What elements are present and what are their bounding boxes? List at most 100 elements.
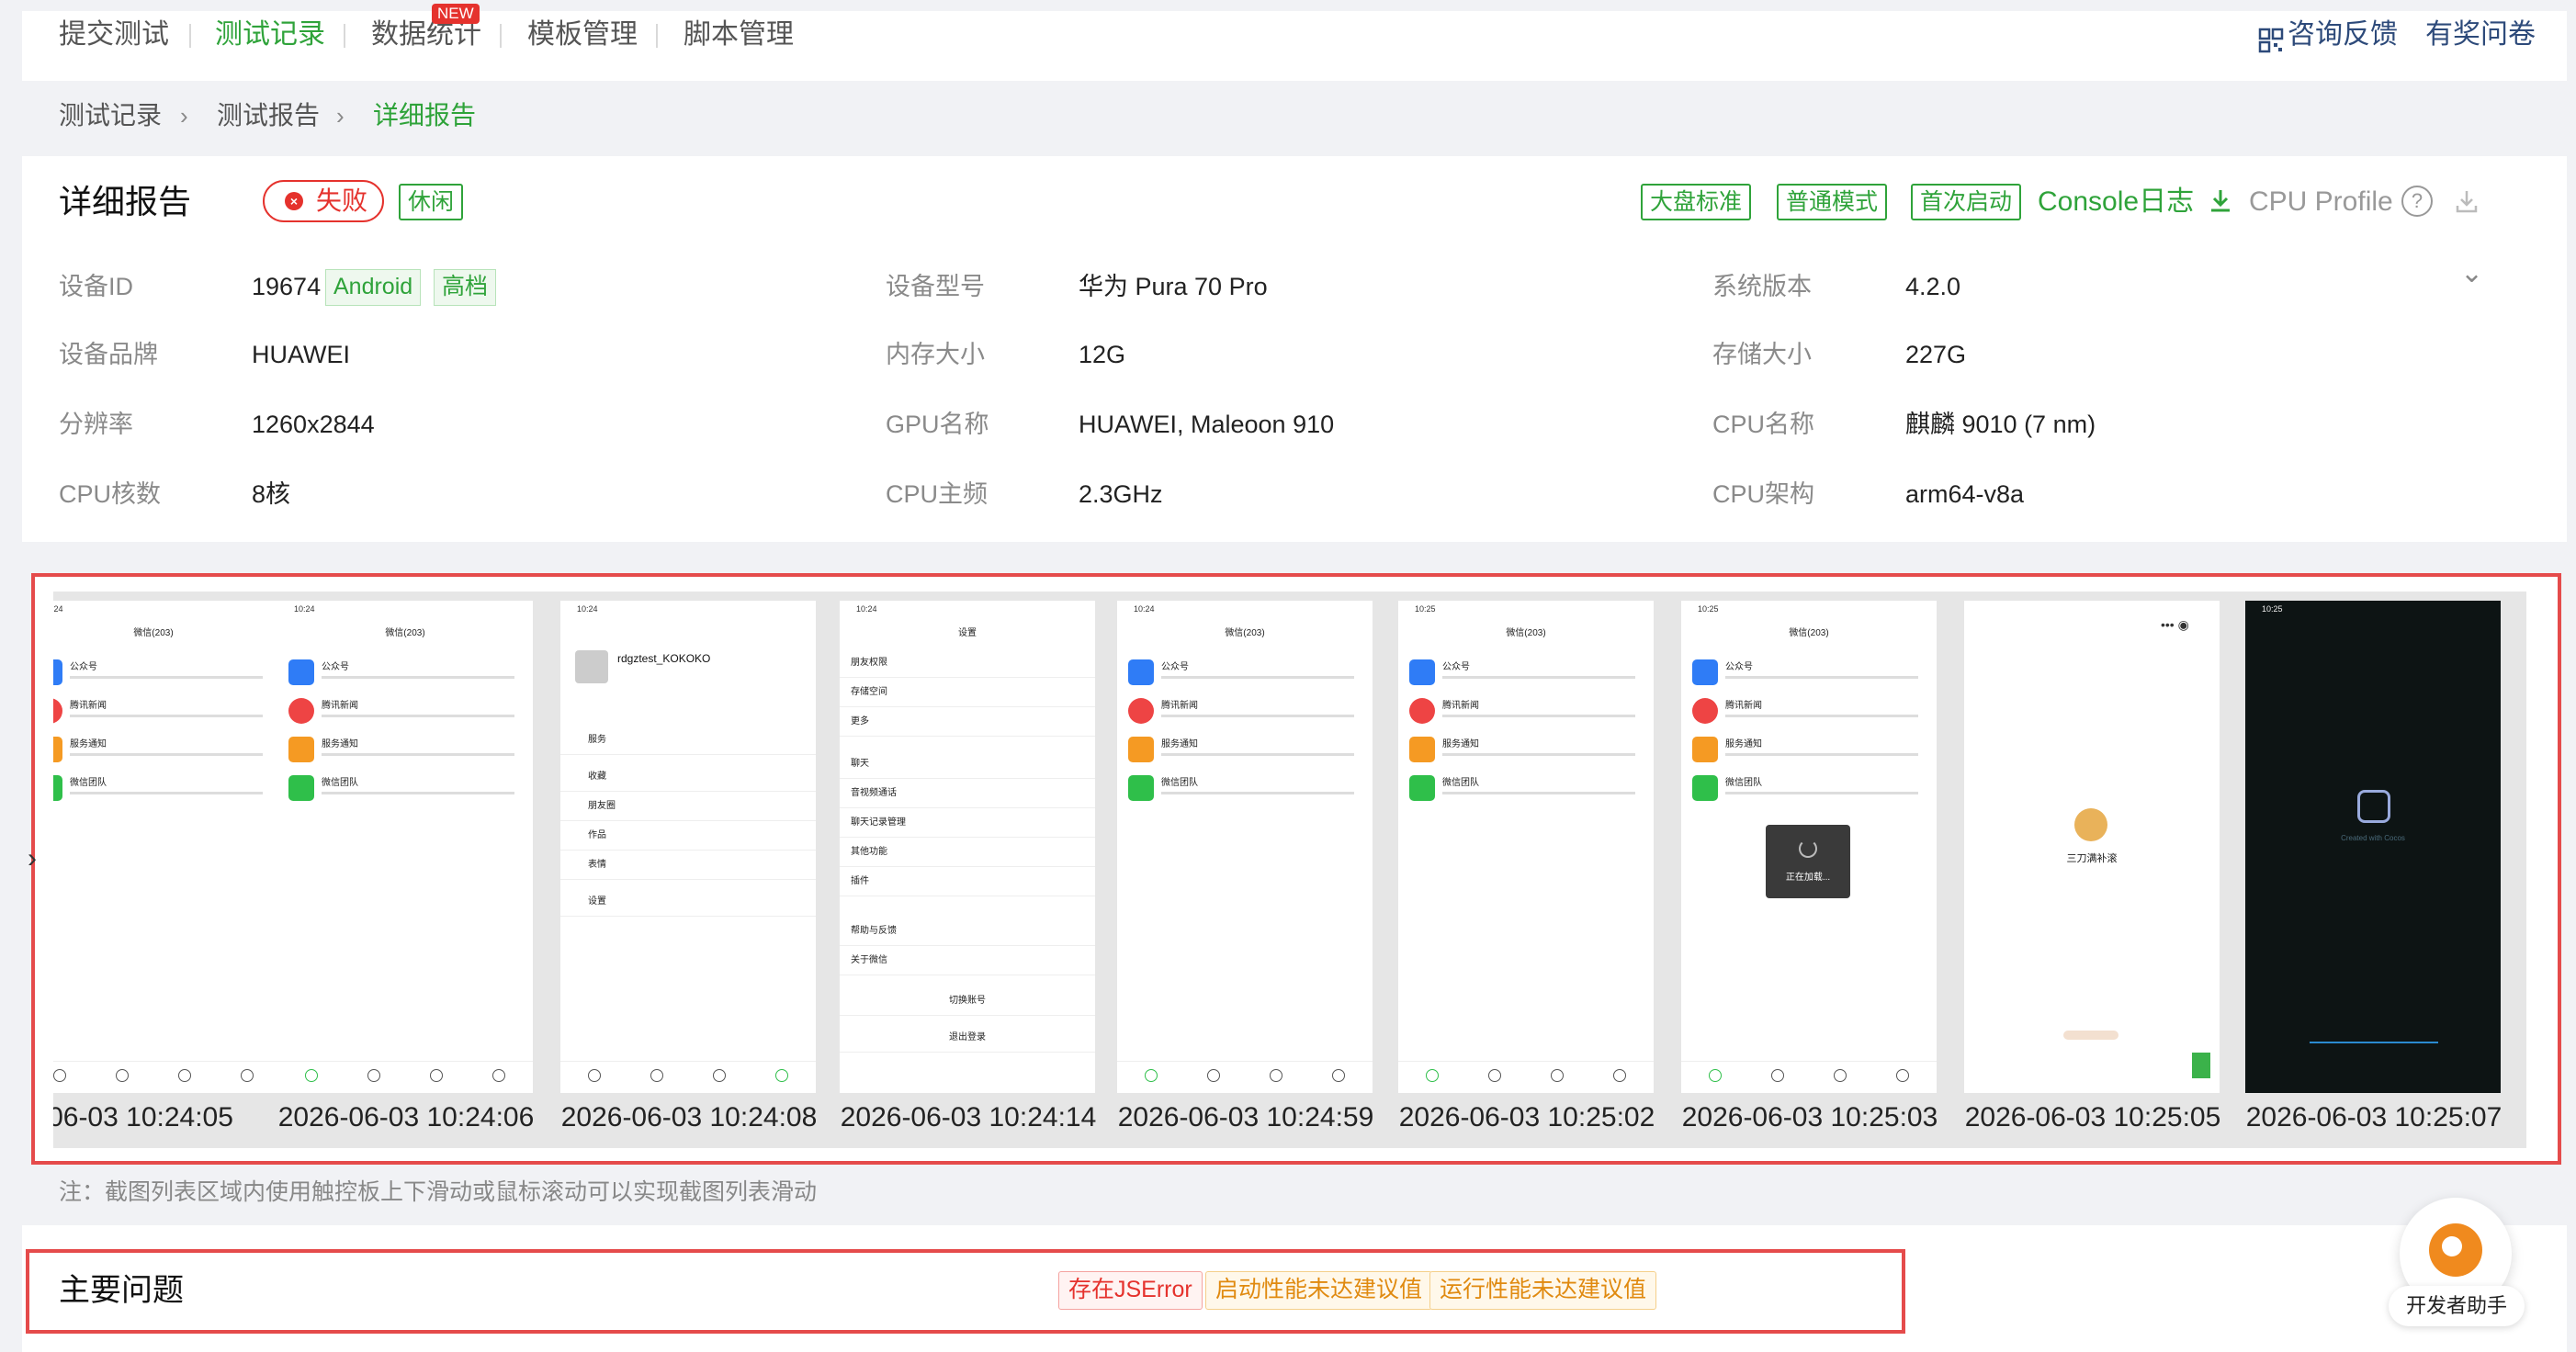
screenshot-thumb[interactable]: 10:24 微信(203) 公众号 腾讯新闻 服务通知 微信团队 [1117,601,1373,1093]
console-log-link[interactable]: Console日志 [2038,180,2234,224]
profile-item: 朋友圈 [560,792,816,821]
settings-item: 插件 [840,867,1095,896]
settings-item: 其他功能 [840,838,1095,867]
chat-row-title: 服务通知 [1442,739,1479,749]
mode-tag: 首次启动 [1911,184,2022,220]
brand-label: 设备品牌 [59,341,158,368]
profile-item: 作品 [560,821,816,851]
screenshot-timestamp: 2026-06-03 10:25:03 [1681,1102,1938,1132]
chat-row-title: 腾讯新闻 [1161,701,1198,711]
chat-row-title: 微信团队 [1442,778,1479,788]
storage-label: 存储大小 [1712,341,1812,368]
wechat-title: 微信(203) [133,628,174,638]
survey-link[interactable]: 有奖问卷 [2425,0,2536,70]
breadcrumb-chevron-icon: › [180,102,188,130]
wechat-title: 微信(203) [385,628,425,638]
expand-chevron-icon[interactable]: ⌄ [2460,257,2483,289]
screenshot-thumb[interactable]: 10:24 设置 朋友权限 存储空间 更多 聊天 音视频通话 聊天记录管理 其他… [840,601,1095,1093]
screenshot-timestamp: 2026-06-03 10:25:02 [1398,1102,1655,1132]
cpu-cores-label: CPU核数 [59,480,162,508]
nav-test-records[interactable]: 测试记录 [215,0,325,70]
nav-script-mgmt[interactable]: 脚本管理 [684,0,794,70]
screenshot-list[interactable]: 10:24 微信(203) 公众号 腾讯新闻 服务通知 微信团队 10:24 微… [53,592,2526,1148]
chat-row-title: 公众号 [1161,662,1189,672]
settings-item: 存储空间 [840,678,1095,707]
spinner-icon [1799,839,1817,858]
chat-row-title: 微信团队 [1161,778,1198,788]
issue-tag-launch-perf[interactable]: 启动性能未达建议值 [1205,1271,1433,1310]
download-icon [2211,190,2231,212]
screenshot-thumb[interactable]: 10:24 rdgztest_KOKOKO 服务 收藏 朋友圈 作品 表情 设置 [560,601,816,1093]
device-id-value: 19674 [252,273,322,300]
screenshot-timestamp: 2026-06-03 10:24:06 [277,1102,535,1132]
ram-label: 内存大小 [886,341,985,368]
qrcode-icon[interactable] [2258,28,2284,53]
nav-divider [656,24,658,48]
profile-item: 服务 [560,726,816,755]
settings-item: 音视频通话 [840,779,1095,808]
collapse-chevron-icon[interactable]: › [28,843,37,874]
mode-tag: 大盘标准 [1641,184,1752,220]
chat-row-title: 服务通知 [1161,739,1198,749]
cpu-arch-value: arm64-v8a [1905,480,2025,508]
issue-tag-jserror[interactable]: 存在JSError [1058,1271,1203,1310]
feedback-link[interactable]: 咨询反馈 [2288,0,2398,70]
scroll-hint-note: 注：截图列表区域内使用触控板上下滑动或鼠标滚动可以实现截图列表滑动 [59,1179,818,1205]
screenshot-thumb[interactable]: 10:25 微信(203) 公众号 腾讯新闻 服务通知 微信团队 正在加载... [1681,601,1937,1093]
profile-name: rdgztest_KOKOKO [617,652,711,665]
os-version-label: 系统版本 [1712,273,1812,300]
new-badge: NEW [432,4,480,24]
nav-divider [344,24,345,48]
chat-row-title: 腾讯新闻 [1725,701,1762,711]
cpu-profile-download-icon[interactable] [2453,187,2480,215]
screenshot-timestamp: 2026-06-03 10:25:07 [2245,1102,2503,1132]
screenshot-thumb[interactable]: ••• ◉ 三刀满补滚 [1964,601,2220,1093]
cpu-arch-label: CPU架构 [1712,480,1815,508]
mode-tag: 普通模式 [1777,184,1888,220]
nav-divider [500,24,502,48]
loading-text: 正在加载... [1785,873,1831,883]
close-icon: × [285,192,303,210]
screenshot-thumb[interactable]: 10:24 微信(203) 公众号 腾讯新闻 服务通知 微信团队 [277,601,533,1093]
chat-row-title: 服务通知 [322,739,358,749]
screenshot-thumb[interactable]: 10:25 微信(203) 公众号 腾讯新闻 服务通知 微信团队 [1398,601,1654,1093]
device-id-label: 设备ID [59,273,133,300]
settings-item: 聊天 [840,749,1095,779]
cpu-cores-value: 8核 [252,480,291,508]
capsule-menu-icon: ••• ◉ [2161,617,2189,632]
profile-item: 收藏 [560,762,816,792]
settings-title: 设置 [958,628,977,638]
breadcrumb-test-report[interactable]: 测试报告 [217,96,320,136]
wechat-title: 微信(203) [1506,628,1546,638]
status-text: 失败 [316,186,368,215]
cpu-freq-value: 2.3GHz [1079,480,1163,508]
nav-divider [189,24,191,48]
chat-row-title: 腾讯新闻 [70,701,107,711]
game-logo [2074,808,2107,841]
chat-row-title: 服务通知 [1725,739,1762,749]
chat-row-title: 腾讯新闻 [322,701,358,711]
chat-row-title: 公众号 [70,662,97,672]
nav-submit-test[interactable]: 提交测试 [59,0,169,70]
issues-title: 主要问题 [59,1273,184,1308]
settings-item: 退出登录 [840,1023,1095,1053]
resolution-value: 1260x2844 [252,411,375,438]
screenshot-thumb[interactable]: 10:25 Created with Cocos [2245,601,2501,1093]
developer-assistant-label[interactable]: 开发者助手 [2389,1286,2525,1326]
status-badge: × 失败 [263,180,384,222]
nav-template-mgmt[interactable]: 模板管理 [527,0,638,70]
chat-row-title: 微信团队 [70,778,107,788]
breadcrumb-test-records[interactable]: 测试记录 [59,96,162,136]
gpu-value: HUAWEI, Maleoon 910 [1079,411,1335,438]
screenshot-thumb[interactable]: 10:24 微信(203) 公众号 腾讯新闻 服务通知 微信团队 [53,601,281,1093]
chat-row-title: 微信团队 [322,778,358,788]
ram-value: 12G [1079,341,1126,368]
settings-item: 关于微信 [840,946,1095,975]
settings-item: 更多 [840,707,1095,737]
settings-item: 朋友权限 [840,648,1095,678]
help-icon[interactable]: ? [2401,186,2433,217]
settings-item: 帮助与反馈 [840,917,1095,946]
issue-tag-runtime-perf[interactable]: 运行性能未达建议值 [1429,1271,1657,1310]
screenshot-timestamp: -06-03 10:24:05 [53,1102,233,1132]
brand-value: HUAWEI [252,341,350,368]
